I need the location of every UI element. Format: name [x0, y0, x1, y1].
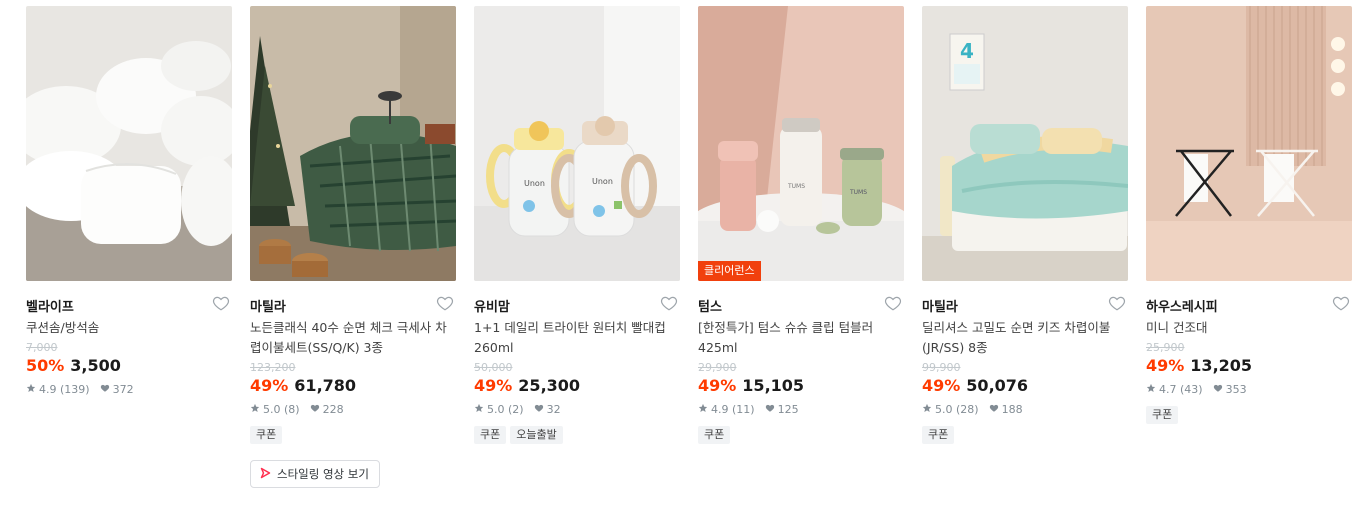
like-count: 353: [1225, 383, 1247, 396]
product-image[interactable]: Unon Unon: [474, 6, 680, 281]
sale-price: 13,205: [1190, 356, 1253, 375]
product-name[interactable]: [한정특가] 텀스 슈슈 클립 텀블러 425ml: [698, 318, 904, 358]
brand-name: 벨라이프: [26, 300, 74, 315]
heart-filled-icon: [765, 403, 775, 416]
heart-outline-icon[interactable]: [212, 294, 230, 312]
heart-outline-icon[interactable]: [1332, 294, 1350, 312]
product-card[interactable]: TUMS TUMS 클리어런스 텀스 [한정특가] 텀스 슈슈 클립 텀블러 4…: [698, 6, 904, 444]
heart-filled-icon: [989, 403, 999, 416]
original-price: 25,900: [1146, 341, 1185, 354]
star-icon: [474, 403, 484, 416]
product-name[interactable]: 미니 건조대: [1146, 318, 1352, 338]
product-image[interactable]: 4: [922, 6, 1128, 281]
brand-name: 마틸라: [922, 300, 958, 315]
heart-filled-icon: [100, 383, 110, 396]
discount-rate: 49%: [474, 376, 513, 395]
heart-outline-icon[interactable]: [1108, 294, 1126, 312]
like-count: 125: [777, 403, 799, 416]
like-count: 188: [1001, 403, 1023, 416]
brand-name: 하우스레시피: [1146, 300, 1218, 315]
brand-name: 유비맘: [474, 300, 510, 315]
rating-text: 5.0 (8): [263, 403, 300, 416]
coupon-badge: 쿠폰: [698, 426, 731, 444]
coupon-badge: 쿠폰: [922, 426, 955, 444]
product-card[interactable]: 4 마틸라 딜리셔스 고밀도 순면 키즈 차렵이불 (JR/SS) 8종 99,…: [922, 6, 1128, 444]
rating-text: 5.0 (2): [487, 403, 524, 416]
product-card[interactable]: 벨라이프 쿠션솜/방석솜 7,000 50% 3,500 4.9 (139) 37…: [26, 6, 232, 396]
product-image[interactable]: [1146, 6, 1352, 281]
product-card[interactable]: Unon Unon 유비맘 1+1 데일리 트라이탄 원터치 빨대컵 260ml…: [474, 6, 680, 444]
brand-name: 마틸라: [250, 300, 286, 315]
brand-name: 텀스: [698, 300, 722, 315]
clearance-tag: 클리어런스: [698, 261, 761, 281]
like-count: 228: [322, 403, 344, 416]
like-count: 372: [112, 383, 134, 396]
same-day-shipping-badge: 오늘출발: [510, 426, 563, 444]
coupon-badge: 쿠폰: [250, 426, 283, 444]
sale-price: 25,300: [518, 376, 581, 395]
heart-outline-icon[interactable]: [660, 294, 678, 312]
cup-label: Unon: [524, 179, 545, 188]
product-name[interactable]: 노든클래식 40수 순면 체크 극세사 차렵이불세트(SS/Q/K) 3종: [250, 318, 456, 358]
sale-price: 50,076: [966, 376, 1029, 395]
product-grid: 벨라이프 쿠션솜/방석솜 7,000 50% 3,500 4.9 (139) 37…: [0, 0, 1355, 528]
coupon-badge: 쿠폰: [1146, 406, 1179, 424]
heart-filled-icon: [1213, 383, 1223, 396]
like-count: 32: [546, 403, 561, 416]
rating-text: 4.7 (43): [1159, 383, 1203, 396]
original-price: 29,900: [698, 361, 737, 374]
product-image[interactable]: TUMS TUMS 클리어런스: [698, 6, 904, 281]
sale-price: 3,500: [70, 356, 121, 375]
discount-rate: 49%: [922, 376, 961, 395]
original-price: 123,200: [250, 361, 296, 374]
discount-rate: 49%: [1146, 356, 1185, 375]
rating-text: 4.9 (11): [711, 403, 755, 416]
star-icon: [922, 403, 932, 416]
discount-rate: 50%: [26, 356, 65, 375]
product-name[interactable]: 쿠션솜/방석솜: [26, 318, 232, 338]
heart-outline-icon[interactable]: [436, 294, 454, 312]
heart-filled-icon: [534, 403, 544, 416]
star-icon: [26, 383, 36, 396]
tumbler-logo: TUMS: [849, 189, 867, 196]
coupon-badge: 쿠폰: [474, 426, 507, 444]
play-icon: [259, 467, 271, 482]
original-price: 7,000: [26, 341, 58, 354]
product-name[interactable]: 1+1 데일리 트라이탄 원터치 빨대컵 260ml: [474, 318, 680, 358]
styling-video-label: 스타일링 영상 보기: [277, 467, 369, 481]
discount-rate: 49%: [698, 376, 737, 395]
product-image[interactable]: [250, 6, 456, 281]
star-icon: [698, 403, 708, 416]
original-price: 50,000: [474, 361, 513, 374]
sale-price: 61,780: [294, 376, 357, 395]
product-card[interactable]: 하우스레시피 미니 건조대 25,900 49% 13,205 4.7 (43) …: [1146, 6, 1352, 424]
discount-rate: 49%: [250, 376, 289, 395]
tumbler-logo: TUMS: [787, 183, 805, 190]
product-card[interactable]: 마틸라 노든클래식 40수 순면 체크 극세사 차렵이불세트(SS/Q/K) 3…: [250, 6, 456, 488]
heart-outline-icon[interactable]: [884, 294, 902, 312]
product-name[interactable]: 딜리셔스 고밀도 순면 키즈 차렵이불 (JR/SS) 8종: [922, 318, 1128, 358]
heart-filled-icon: [310, 403, 320, 416]
sale-price: 15,105: [742, 376, 805, 395]
star-icon: [250, 403, 260, 416]
original-price: 99,900: [922, 361, 961, 374]
styling-video-button[interactable]: 스타일링 영상 보기: [250, 460, 380, 488]
star-icon: [1146, 383, 1156, 396]
calendar-digit: 4: [960, 39, 974, 63]
rating-text: 4.9 (139): [39, 383, 90, 396]
rating-text: 5.0 (28): [935, 403, 979, 416]
cup-label: Unon: [592, 177, 613, 186]
product-image[interactable]: [26, 6, 232, 281]
